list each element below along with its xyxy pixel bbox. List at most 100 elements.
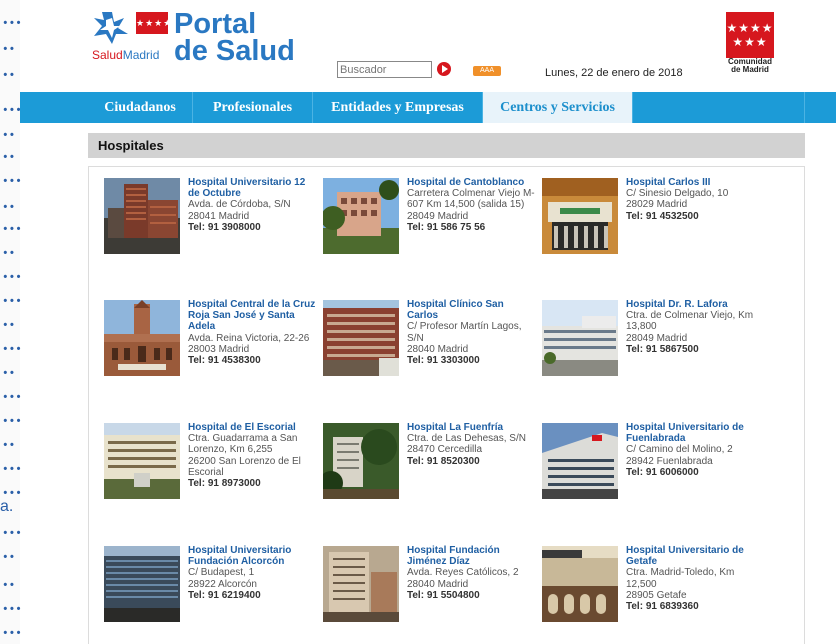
hospital-card[interactable]: Hospital Universitario de Fuenlabrada C/… [542, 422, 752, 543]
search-go-button[interactable] [437, 62, 451, 76]
hospital-name[interactable]: Hospital Central de la Cruz Roja San Jos… [188, 299, 318, 333]
madrid-flag-icon: ★★★★ [136, 12, 171, 34]
hospital-phone: Tel: 91 3908000 [188, 221, 261, 233]
hospital-postal: 28942 Fuenlabrada [626, 455, 713, 467]
hospital-photo[interactable] [542, 546, 618, 622]
comunidad-label-line2: de Madrid [731, 65, 769, 74]
comunidad-madrid-logo[interactable]: ★★★★ ★★★ Comunidad de Madrid [726, 12, 774, 78]
hospital-card[interactable]: Hospital Fundación Jiménez Díaz Avda. Re… [323, 545, 533, 644]
hospital-name[interactable]: Hospital Fundación Jiménez Díaz [407, 545, 537, 567]
hospital-photo[interactable] [104, 300, 180, 376]
hospital-photo[interactable] [323, 423, 399, 499]
hospital-postal: 28029 Madrid [626, 199, 688, 211]
tab-entidades-empresas[interactable]: Entidades y Empresas [313, 92, 483, 123]
dots-decoration: •• [2, 44, 16, 56]
hospital-info: Hospital Dr. R. Lafora Ctra. de Colmenar… [626, 299, 756, 355]
hospital-phone: Tel: 91 4538300 [188, 355, 261, 367]
portal-title-line2: de Salud [174, 35, 295, 67]
dots-decoration: •• [2, 152, 16, 164]
hospital-name[interactable]: Hospital Carlos III [626, 177, 756, 188]
hospital-name[interactable]: Hospital Universitario de Fuenlabrada [626, 422, 756, 444]
dots-decoration: ••• [2, 105, 22, 117]
hospital-postal: 28049 Madrid [407, 210, 469, 222]
hospital-name[interactable]: Hospital Universitario de Getafe [626, 545, 756, 567]
hospital-photo[interactable] [323, 546, 399, 622]
dots-decoration: ••• [2, 344, 22, 356]
saludmadrid-label: SaludMadrid [92, 48, 160, 62]
hospital-phone: Tel: 91 5867500 [626, 343, 699, 355]
main-nav: Ciudadanos Profesionales Entidades y Emp… [20, 92, 836, 123]
dots-decoration: ••• [2, 528, 22, 540]
hospital-photo[interactable] [104, 423, 180, 499]
dots-decoration: ••• [2, 604, 22, 616]
hospital-address: Avda. Reina Victoria, 22-26 [188, 332, 310, 344]
hospital-address: C/ Sinesio Delgado, 10 [626, 188, 729, 200]
hospital-card[interactable]: Hospital Universitario 12 de Octubre Avd… [104, 177, 314, 298]
tab-centros-servicios[interactable]: Centros y Servicios [483, 92, 633, 123]
search-input[interactable] [337, 61, 432, 78]
hospital-card[interactable]: Hospital Universitario Fundación Alcorcó… [104, 545, 314, 644]
nav-spacer [633, 92, 805, 123]
hospital-info: Hospital Universitario de Getafe Ctra. M… [626, 545, 756, 612]
dots-decoration: •• [2, 440, 16, 452]
hospital-card[interactable]: Hospital Dr. R. Lafora Ctra. de Colmenar… [542, 299, 753, 420]
hospital-phone: Tel: 91 6219400 [188, 589, 261, 601]
hospital-photo[interactable] [323, 178, 399, 254]
hospital-address: Avda. de Córdoba, S/N [188, 199, 291, 211]
dots-decoration: ••• [2, 628, 22, 640]
hospital-phone: Tel: 91 3303000 [407, 355, 480, 367]
hospital-phone: Tel: 91 8973000 [188, 478, 261, 490]
portal-salud-logo[interactable]: ★★★★ Portal de Salud SaludMadrid [92, 10, 302, 66]
hospital-postal: 28470 Cercedilla [407, 444, 483, 456]
hospital-phone: Tel: 91 6839360 [626, 601, 699, 613]
hospital-name[interactable]: Hospital Universitario 12 de Octubre [188, 177, 318, 199]
hospital-postal: 28049 Madrid [626, 332, 688, 344]
hospital-card[interactable]: Hospital Central de la Cruz Roja San Jos… [104, 299, 315, 420]
hospital-card[interactable]: Hospital de El Escorial Ctra. Guadarrama… [104, 422, 314, 543]
hospital-name[interactable]: Hospital Universitario Fundación Alcorcó… [188, 545, 318, 567]
hospital-postal: 28003 Madrid [188, 343, 250, 355]
hospital-photo[interactable] [542, 300, 618, 376]
hospital-info: Hospital Central de la Cruz Roja San Jos… [188, 299, 318, 366]
hospital-postal: 28922 Alcorcón [188, 578, 257, 590]
hospital-name[interactable]: Hospital de Cantoblanco [407, 177, 537, 188]
dots-decoration: ••• [2, 18, 22, 30]
tab-profesionales[interactable]: Profesionales [193, 92, 313, 123]
dots-decoration: •• [2, 202, 16, 214]
portal-title-line1: Portal [174, 8, 257, 40]
hospital-card[interactable]: Hospital Carlos III C/ Sinesio Delgado, … [542, 177, 752, 298]
hospital-name[interactable]: Hospital La Fuenfría [407, 422, 537, 433]
dots-decoration: •• [2, 130, 16, 142]
hospital-info: Hospital de Cantoblanco Carretera Colmen… [407, 177, 537, 233]
hospital-name[interactable]: Hospital Dr. R. Lafora [626, 299, 756, 310]
hospital-address: Ctra. de Las Dehesas, S/N [407, 433, 526, 445]
hospital-name[interactable]: Hospital Clínico San Carlos [407, 299, 537, 321]
hospital-name[interactable]: Hospital de El Escorial [188, 422, 318, 433]
hospital-card[interactable]: Hospital Universitario de Getafe Ctra. M… [542, 545, 752, 644]
hospital-photo[interactable] [104, 178, 180, 254]
hospital-postal: 28905 Getafe [626, 589, 687, 601]
hospital-address: Avda. Reyes Católicos, 2 [407, 567, 519, 579]
hospital-address: C/ Profesor Martín Lagos, S/N [407, 321, 522, 344]
hospital-postal: 28040 Madrid [407, 343, 469, 355]
dots-decoration: •• [2, 368, 16, 380]
tab-ciudadanos[interactable]: Ciudadanos [88, 92, 193, 123]
hospital-photo[interactable] [323, 300, 399, 376]
hospital-info: Hospital Universitario de Fuenlabrada C/… [626, 422, 756, 478]
hospital-address: C/ Budapest, 1 [188, 567, 255, 579]
hospital-card[interactable]: Hospital de Cantoblanco Carretera Colmen… [323, 177, 535, 298]
hospital-phone: Tel: 91 586 75 56 [407, 221, 486, 233]
hospital-photo[interactable] [104, 546, 180, 622]
hospital-info: Hospital Universitario Fundación Alcorcó… [188, 545, 318, 601]
dots-decoration: •• [2, 70, 16, 82]
hospital-photo[interactable] [542, 423, 618, 499]
hospital-phone: Tel: 91 8520300 [407, 455, 480, 467]
hospital-address: Ctra. Madrid-Toledo, Km 12,500 [626, 567, 735, 590]
section-title: Hospitales [88, 133, 805, 158]
hospital-photo[interactable] [542, 178, 618, 254]
hospital-info: Hospital Carlos III C/ Sinesio Delgado, … [626, 177, 756, 222]
hospital-card[interactable]: Hospital La Fuenfría Ctra. de Las Dehesa… [323, 422, 533, 543]
text-size-button[interactable]: AAA [473, 66, 501, 76]
partial-text: a. [0, 498, 14, 515]
hospital-card[interactable]: Hospital Clínico San Carlos C/ Profesor … [323, 299, 533, 420]
